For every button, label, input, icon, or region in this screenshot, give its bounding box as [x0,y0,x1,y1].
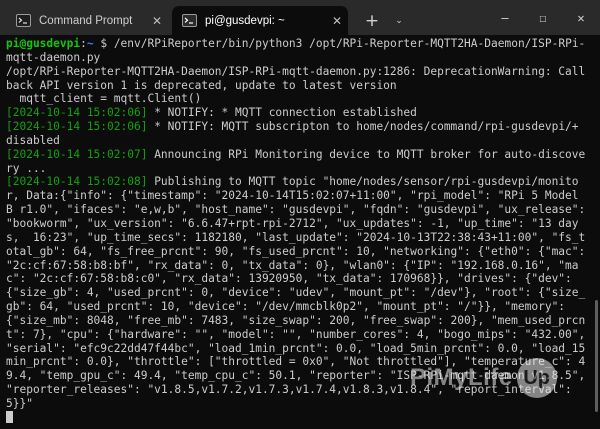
text-cursor [6,410,13,423]
log-message: * NOTIFY: * MQTT connection established [147,106,417,120]
tab-label: Command Prompt [39,14,133,27]
command-prompt-icon [16,13,31,28]
close-icon[interactable]: ✕ [146,14,168,28]
log-timestamp: [2024-10-14 15:02:07] [6,147,148,161]
terminal-icon [182,13,197,28]
window-controls: — ☐ ✕ [486,0,600,35]
prompt-separator: : [80,37,87,50]
prompt-user: pi@gusdevpi [6,37,81,50]
log-timestamp: [2024-10-14 15:02:06] [6,120,148,134]
log-message: Publishing to MQTT topic "home/nodes/sen… [6,175,586,410]
chevron-down-icon[interactable]: ⌄ [388,6,410,35]
minimize-button[interactable]: — [486,0,524,35]
tab-command-prompt[interactable]: Command Prompt ✕ [6,6,168,35]
prompt-symbol: $ [93,37,114,50]
prompt-path: ~ [86,37,94,50]
new-tab-button[interactable]: + [356,6,388,35]
log-timestamp: [2024-10-14 15:02:06] [6,106,148,120]
deprecation-warning: /opt/RPi-Reporter-MQTT2HA-Daemon/ISP-RPi… [6,64,586,106]
tab-label: pi@gusdevpi: ~ [205,14,285,27]
scrollbar[interactable] [595,300,598,412]
close-icon[interactable]: ✕ [326,14,348,28]
maximize-button[interactable]: ☐ [524,0,562,35]
close-window-button[interactable]: ✕ [562,0,600,35]
title-bar: Command Prompt ✕ pi@gusdevpi: ~ ✕ + ⌄ — … [0,0,600,35]
terminal-output[interactable]: pi@gusdevpi:~ $ /env/RPiReporter/bin/pyt… [0,35,590,429]
log-timestamp: [2024-10-14 15:02:08] [6,175,148,189]
tab-pi-ssh[interactable]: pi@gusdevpi: ~ ✕ [172,6,348,35]
